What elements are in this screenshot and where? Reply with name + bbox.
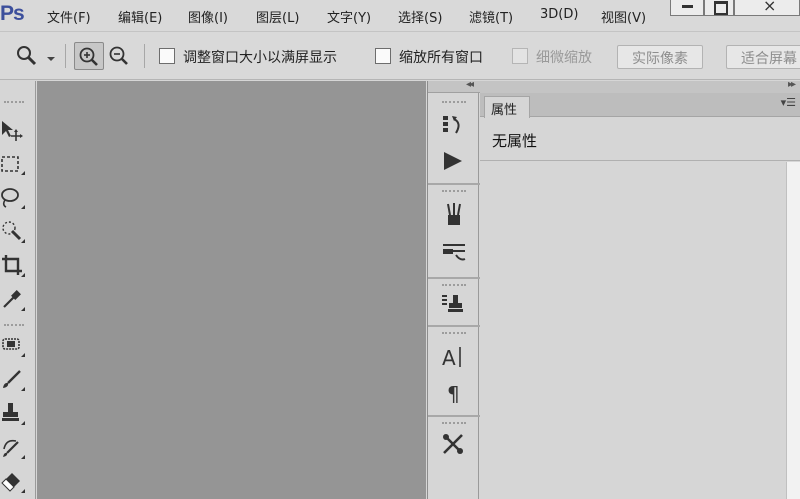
panel-tab-strip: 属性 ▾☰ [480,93,800,118]
window-maximize-button[interactable] [704,0,734,16]
menu-edit[interactable]: 编辑(E) [118,7,162,26]
resize-windows-checkbox[interactable] [159,48,175,64]
history-panel-icon[interactable] [440,113,468,141]
menu-type[interactable]: 文字(Y) [327,7,371,26]
options-bar: 调整窗口大小以满屏显示 缩放所有窗口 细微缩放 实际像素 适合屏幕 [0,32,800,80]
svg-text:¶: ¶ [447,382,460,406]
brush-panel-icon[interactable] [440,237,468,265]
menu-file[interactable]: 文件(F) [47,7,91,26]
panel-collapse-bar[interactable]: ▸▸ [480,79,800,93]
properties-body [480,162,786,499]
move-tool-icon[interactable] [0,117,30,147]
dock-collapse-bar[interactable]: ◂◂ [428,79,480,93]
brush-tool-icon[interactable] [0,367,30,397]
quick-selection-tool-icon[interactable] [0,219,30,249]
no-properties-text: 无属性 [492,132,538,150]
collapse-arrows-icon: ◂◂ [465,79,474,90]
fit-screen-button[interactable]: 适合屏幕 [726,45,800,69]
panel-menu-icon[interactable]: ▾☰ [781,96,796,109]
tool-preset-dropdown-icon[interactable] [46,52,56,67]
panel-dock: ◂◂ A ¶ [427,79,480,499]
eyedropper-tool-icon[interactable] [0,287,30,317]
toolbox [0,81,36,499]
menu-filter[interactable]: 滤镜(T) [469,7,513,26]
marquee-tool-icon[interactable] [0,151,30,181]
menu-layer[interactable]: 图层(L) [256,7,299,26]
zoom-out-icon[interactable] [108,45,130,71]
window-minimize-button[interactable] [670,0,704,16]
paragraph-panel-icon[interactable]: ¶ [440,379,468,407]
clone-source-icon[interactable] [440,291,468,319]
scrubby-zoom-checkbox [512,48,528,64]
menu-bar: Ps 文件(F) 编辑(E) 图像(I) 图层(L) 文字(Y) 选择(S) 滤… [0,0,800,32]
tool-presets-icon[interactable] [440,431,468,459]
menu-image[interactable]: 图像(I) [188,7,228,26]
tab-properties[interactable]: 属性 [484,96,530,118]
scrubby-zoom-label: 细微缩放 [536,50,592,66]
properties-scrollbar[interactable] [786,162,800,499]
menu-3d[interactable]: 3D(D) [540,7,578,22]
zoom-icon[interactable] [16,45,38,71]
history-brush-tool-icon[interactable] [0,435,30,465]
zoom-all-windows-checkbox[interactable] [375,48,391,64]
expand-arrows-icon: ▸▸ [787,79,796,90]
menu-view[interactable]: 视图(V) [601,7,646,26]
zoom-all-windows-label: 缩放所有窗口 [399,50,483,66]
properties-panel: ▸▸ 属性 ▾☰ 无属性 [480,79,800,499]
lasso-tool-icon[interactable] [0,185,30,215]
actual-pixels-button[interactable]: 实际像素 [617,45,703,69]
svg-text:A: A [442,346,456,370]
zoom-in-mode-button[interactable] [74,42,104,70]
zoom-in-icon [78,46,100,72]
healing-brush-tool-icon[interactable] [0,333,30,363]
actions-panel-icon[interactable] [440,147,468,175]
crop-tool-icon[interactable] [0,253,30,283]
document-canvas[interactable] [37,81,426,499]
eraser-tool-icon[interactable] [0,469,30,499]
menu-select[interactable]: 选择(S) [398,7,442,26]
character-panel-icon[interactable]: A [440,343,468,371]
brush-presets-icon[interactable] [440,201,468,229]
clone-stamp-tool-icon[interactable] [0,401,30,431]
app-logo: Ps [0,2,25,25]
window-close-button[interactable] [734,0,800,16]
resize-windows-label: 调整窗口大小以满屏显示 [183,50,337,66]
properties-header: 无属性 [480,117,800,161]
